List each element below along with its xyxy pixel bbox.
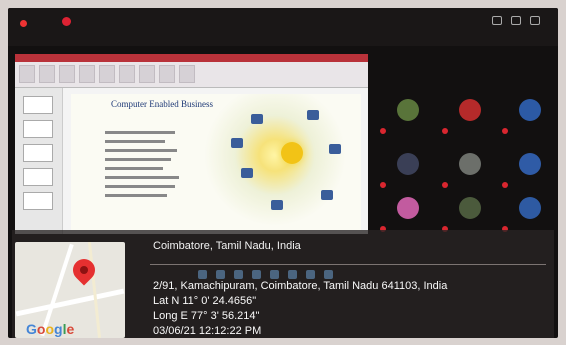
computer-icon <box>231 138 243 148</box>
taskbar-icon <box>324 270 333 279</box>
photo-frame: Computer Enabled Business Google Coimbat… <box>0 0 566 345</box>
current-slide: Computer Enabled Business <box>71 94 361 230</box>
ribbon-tool[interactable] <box>159 65 175 83</box>
ribbon-tool[interactable] <box>139 65 155 83</box>
presenter-icon <box>62 17 71 26</box>
close-icon[interactable] <box>530 16 540 25</box>
map-road <box>15 288 125 317</box>
participant-avatar-icon <box>397 153 419 175</box>
computer-icon <box>251 114 263 124</box>
participant-avatar-icon <box>459 153 481 175</box>
participant-avatar-icon <box>459 99 481 121</box>
slide-thumbnail[interactable] <box>23 96 53 114</box>
taskbar-icon <box>234 270 243 279</box>
ribbon-tool[interactable] <box>19 65 35 83</box>
participant-avatar-icon <box>459 197 481 219</box>
computer-icon <box>307 110 319 120</box>
slide-thumbnails <box>15 88 63 234</box>
participant-tile[interactable] <box>442 86 498 140</box>
participant-tile[interactable] <box>502 86 558 140</box>
shared-presentation-window: Computer Enabled Business <box>15 54 368 234</box>
mic-muted-icon <box>502 128 508 134</box>
geotag-datetime: 03/06/21 12:12:22 PM <box>153 325 262 337</box>
ribbon-tool[interactable] <box>39 65 55 83</box>
taskbar-icon <box>306 270 315 279</box>
taskbar-icon <box>288 270 297 279</box>
participant-avatar-icon <box>519 99 541 121</box>
meeting-top-bar <box>8 8 558 46</box>
slide-thumbnail[interactable] <box>23 144 53 162</box>
computer-icon <box>241 168 253 178</box>
ribbon-tools <box>19 65 195 83</box>
computer-icon <box>321 190 333 200</box>
slide-thumbnail[interactable] <box>23 120 53 138</box>
ribbon-tool[interactable] <box>79 65 95 83</box>
mic-muted-icon <box>442 128 448 134</box>
participant-tile[interactable] <box>380 86 436 140</box>
participant-avatar-icon <box>519 153 541 175</box>
slide-bullets <box>105 128 179 203</box>
presentation-ribbon <box>15 54 368 88</box>
computer-icon <box>271 200 283 210</box>
slide-title: Computer Enabled Business <box>111 99 213 109</box>
taskbar-icon <box>216 270 225 279</box>
participant-avatar-icon <box>397 99 419 121</box>
mic-muted-icon <box>380 128 386 134</box>
map-pin-center <box>80 266 88 274</box>
google-logo: Google <box>26 321 75 337</box>
participant-avatar-icon <box>519 197 541 219</box>
taskbar-icon <box>198 270 207 279</box>
ribbon-tool[interactable] <box>99 65 115 83</box>
network-hub-icon <box>281 142 303 164</box>
geotag-place: Coimbatore, Tamil Nadu, India <box>153 240 301 252</box>
location-map: Google <box>15 242 125 338</box>
geotag-address: 2/91, Kamachipuram, Coimbatore, Tamil Na… <box>153 280 448 292</box>
computer-icon <box>329 144 341 154</box>
geotag-latitude: Lat N 11° 0' 24.4656" <box>153 295 257 307</box>
window-controls[interactable] <box>492 16 540 25</box>
layout-icon[interactable] <box>511 16 521 25</box>
ribbon-tool[interactable] <box>179 65 195 83</box>
record-icon <box>20 20 27 27</box>
ribbon-title-bar <box>15 54 368 62</box>
ribbon-tool[interactable] <box>119 65 135 83</box>
map-road <box>87 242 102 338</box>
slide-thumbnail[interactable] <box>23 192 53 210</box>
taskbar-icon <box>270 270 279 279</box>
ribbon-tool[interactable] <box>59 65 75 83</box>
view-icon[interactable] <box>492 16 502 25</box>
taskbar-icon <box>252 270 261 279</box>
geotag-divider <box>150 264 546 265</box>
slide-thumbnail[interactable] <box>23 168 53 186</box>
participant-avatar-icon <box>397 197 419 219</box>
geotag-longitude: Long E 77° 3' 56.214" <box>153 310 260 322</box>
